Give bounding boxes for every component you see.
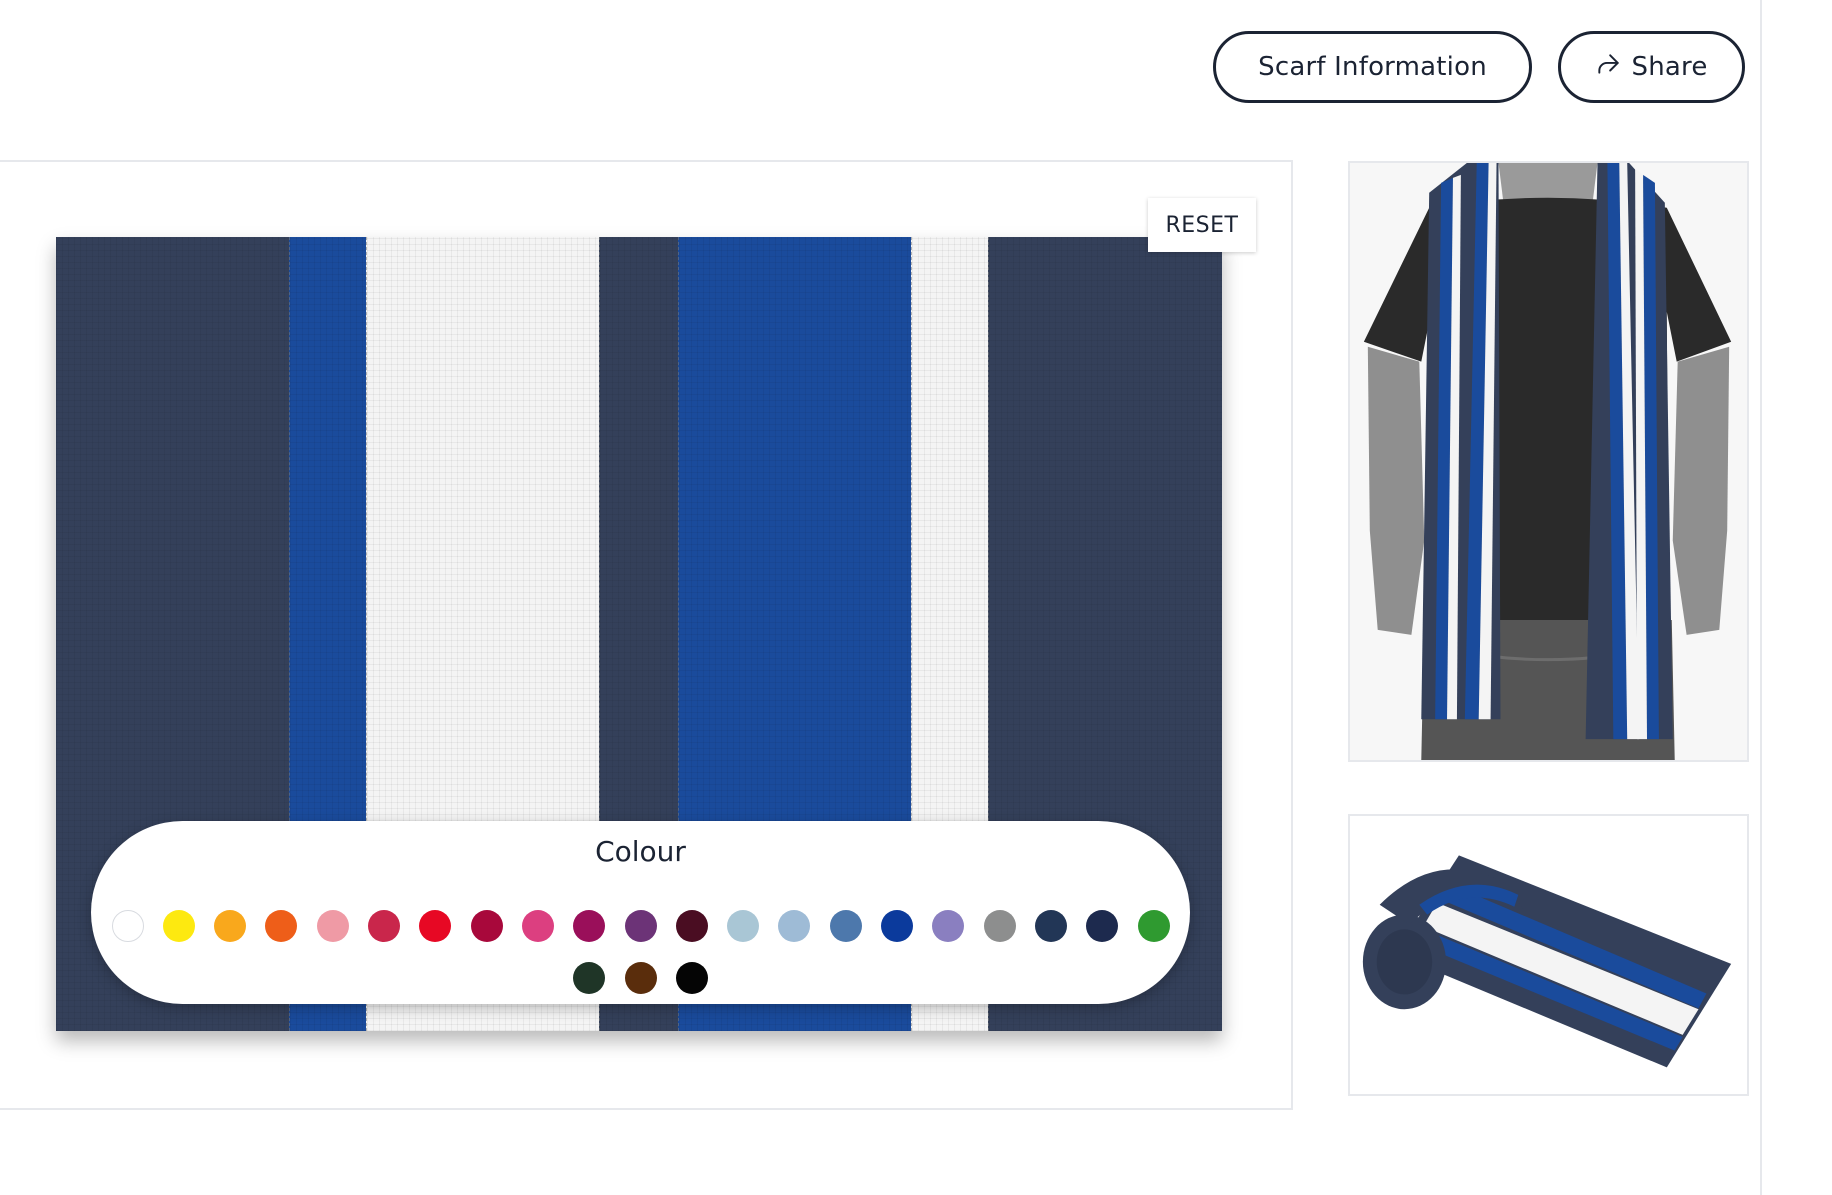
colour-swatch-dark-navy[interactable] <box>1086 910 1119 942</box>
colour-swatch-yellow[interactable] <box>162 910 195 942</box>
colour-swatch-light-blue[interactable] <box>778 910 811 942</box>
scarf-worn-preview-image <box>1348 161 1749 762</box>
reset-button[interactable]: RESET <box>1148 198 1256 252</box>
colour-swatch-steel-blue[interactable] <box>829 910 862 942</box>
colour-swatch-black[interactable] <box>675 962 708 994</box>
colour-swatch-green[interactable] <box>1137 910 1170 942</box>
colour-swatch-purple[interactable] <box>624 910 657 942</box>
scarf-worn-preview-illustration <box>1350 163 1747 760</box>
colour-swatch-powder-blue[interactable] <box>727 910 760 942</box>
colour-swatch-pink[interactable] <box>316 910 349 942</box>
colour-swatch-burgundy[interactable] <box>675 910 708 942</box>
scarf-rolled-preview-illustration <box>1350 816 1747 1094</box>
colour-swatch-lavender[interactable] <box>932 910 965 942</box>
colour-swatch-grey[interactable] <box>983 910 1016 942</box>
colour-swatch-maroon[interactable] <box>470 910 503 942</box>
share-label: Share <box>1631 52 1708 82</box>
colour-swatch-white[interactable] <box>111 910 144 942</box>
colour-swatch-royal-blue[interactable] <box>881 910 913 942</box>
share-icon <box>1595 51 1621 84</box>
colour-picker-title: Colour <box>595 835 686 868</box>
colour-picker: Colour <box>91 821 1190 1004</box>
colour-swatch-amber[interactable] <box>214 910 247 942</box>
share-button[interactable]: Share <box>1558 31 1745 103</box>
scarf-rolled-preview-image <box>1348 814 1749 1096</box>
colour-swatch-brown[interactable] <box>624 962 657 994</box>
colour-swatch-magenta[interactable] <box>521 910 554 942</box>
colour-swatch-crimson[interactable] <box>368 910 400 942</box>
reset-label: RESET <box>1165 212 1239 238</box>
colour-swatch-orange[interactable] <box>265 910 298 942</box>
colour-swatch-navy[interactable] <box>1034 910 1067 942</box>
colour-swatch-dark-green[interactable] <box>573 962 606 994</box>
scarf-information-label: Scarf Information <box>1258 52 1487 82</box>
colour-swatch-red[interactable] <box>419 910 452 942</box>
page-edge-divider <box>1760 0 1762 1195</box>
scarf-information-button[interactable]: Scarf Information <box>1213 31 1532 103</box>
colour-swatch-plum[interactable] <box>573 910 606 942</box>
